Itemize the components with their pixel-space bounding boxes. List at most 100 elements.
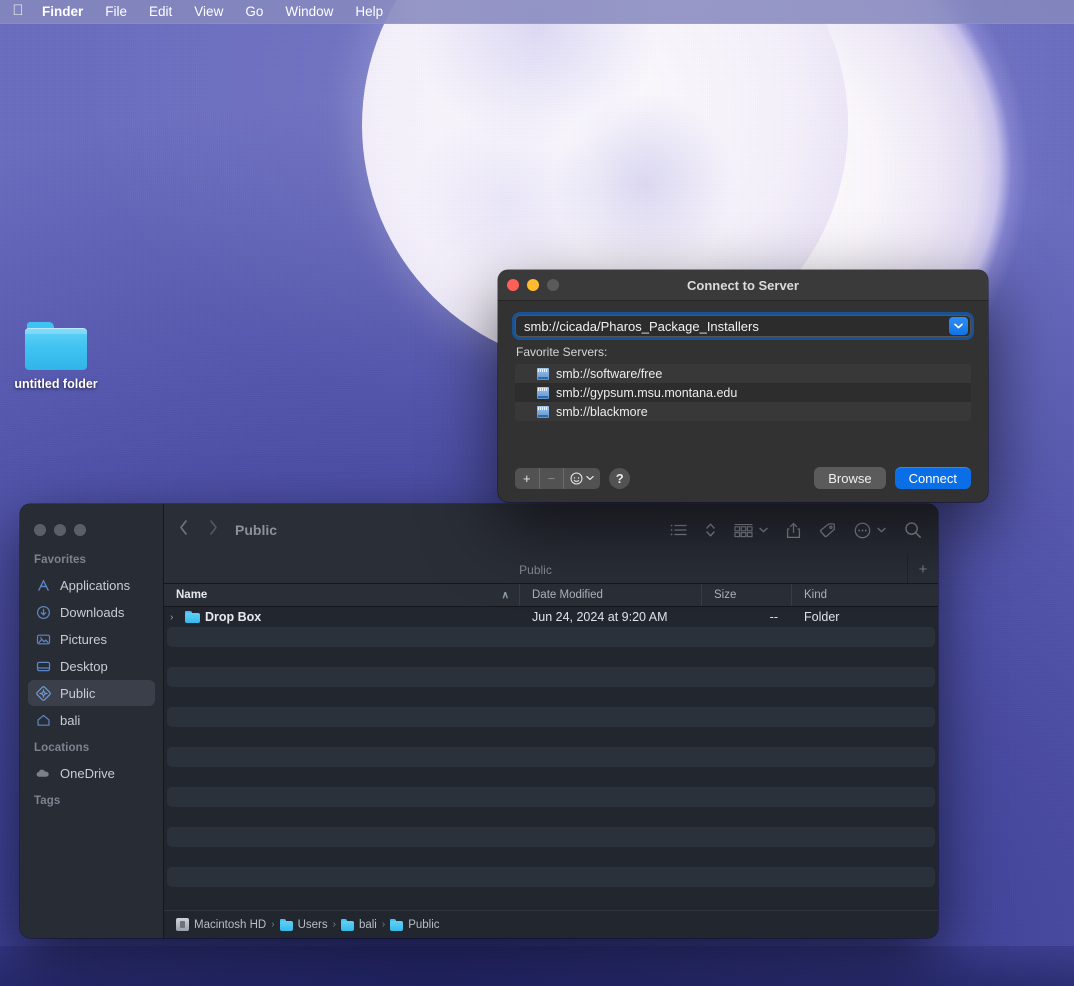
empty-row <box>167 867 935 887</box>
pictures-icon <box>34 630 52 648</box>
server-address-input[interactable]: smb://cicada/Pharos_Package_Installers <box>516 319 949 334</box>
menu-item-view[interactable]: View <box>183 0 234 24</box>
server-address-combobox[interactable]: smb://cicada/Pharos_Package_Installers <box>515 315 971 337</box>
group-by-icon[interactable] <box>725 523 777 538</box>
empty-row <box>167 667 935 687</box>
empty-row <box>164 767 938 787</box>
help-button[interactable]: ? <box>609 467 631 489</box>
file-list[interactable]: › Drop Box Jun 24, 2024 at 9:20 AM -- Fo… <box>164 607 938 910</box>
menu-bar:  Finder File Edit View Go Window Help <box>0 0 1074 24</box>
sidebar-item-label: OneDrive <box>60 765 115 781</box>
sidebar-item-label: Downloads <box>60 604 125 620</box>
more-actions-icon[interactable] <box>845 522 895 539</box>
finder-traffic-lights[interactable] <box>34 524 86 536</box>
connect-button[interactable]: Connect <box>894 467 971 489</box>
share-icon[interactable] <box>777 522 810 539</box>
empty-row <box>164 647 938 667</box>
cloud-icon <box>34 764 52 782</box>
remove-favorite-button: − <box>540 467 565 489</box>
minimize-button[interactable] <box>54 524 66 536</box>
column-header-name[interactable]: Name ∧ <box>164 584 520 606</box>
empty-row <box>164 847 938 867</box>
close-button[interactable] <box>34 524 46 536</box>
finder-toolbar: Public <box>164 504 938 556</box>
minimize-button[interactable] <box>527 279 539 291</box>
finder-tab-bar: Public + <box>164 556 938 584</box>
list-item[interactable]: smb://gypsum.msu.montana.edu <box>515 383 971 402</box>
dialog-traffic-lights[interactable] <box>507 279 559 291</box>
empty-row <box>164 887 938 907</box>
chevron-down-icon[interactable] <box>949 317 968 335</box>
browse-button[interactable]: Browse <box>814 467 886 489</box>
sort-ascending-icon: ∧ <box>501 590 509 601</box>
list-item[interactable]: smb://blackmore <box>515 402 971 421</box>
desktop-item-untitled-folder[interactable]: untitled folder <box>8 322 104 391</box>
apple-logo-icon[interactable]:  <box>0 3 36 20</box>
menu-item-file[interactable]: File <box>94 0 138 24</box>
page-title: Public <box>235 522 278 538</box>
finder-window[interactable]: Favorites Applications Downloads Picture… <box>20 504 938 938</box>
harddisk-icon <box>176 918 189 931</box>
menu-item-help[interactable]: Help <box>344 0 394 24</box>
favorite-servers-list[interactable]: smb://software/free smb://gypsum.msu.mon… <box>515 364 971 421</box>
empty-row <box>167 827 935 847</box>
dialog-title: Connect to Server <box>687 277 799 293</box>
zoom-button[interactable] <box>74 524 86 536</box>
disclosure-triangle-icon[interactable]: › <box>170 612 180 623</box>
desktop-icon <box>34 657 52 675</box>
sidebar-section-locations-title: Locations <box>34 742 90 754</box>
sidebar-item-bali[interactable]: bali <box>28 707 155 733</box>
row-name-label: Drop Box <box>205 610 262 624</box>
empty-row <box>164 687 938 707</box>
connect-to-server-dialog[interactable]: Connect to Server smb://cicada/Pharos_Pa… <box>498 270 988 502</box>
menu-item-go[interactable]: Go <box>234 0 274 24</box>
favorites-actions-button[interactable] <box>564 468 600 489</box>
path-item-public[interactable]: Public <box>390 918 440 931</box>
favorites-segmented-control[interactable]: + − <box>515 467 601 489</box>
menu-item-finder[interactable]: Finder <box>36 0 94 24</box>
path-item-users[interactable]: Users <box>279 918 328 931</box>
path-item-macintosh-hd[interactable]: Macintosh HD <box>176 918 266 931</box>
sidebar-section-favorites-title: Favorites <box>34 554 87 566</box>
sidebar-section-tags-title: Tags <box>34 795 61 807</box>
row-name-cell: › Drop Box <box>164 610 520 624</box>
empty-row <box>167 707 935 727</box>
server-icon <box>537 367 549 380</box>
column-header-size[interactable]: Size <box>702 584 792 606</box>
menu-item-edit[interactable]: Edit <box>138 0 183 24</box>
tag-icon[interactable] <box>810 522 845 538</box>
new-tab-button[interactable]: + <box>908 556 938 583</box>
path-item-bali[interactable]: bali <box>340 918 377 931</box>
favorite-servers-label: Favorite Servers: <box>516 345 608 359</box>
list-view-icon[interactable] <box>661 523 696 537</box>
sidebar-item-desktop[interactable]: Desktop <box>28 653 155 679</box>
add-favorite-button[interactable]: + <box>515 467 540 489</box>
server-url-label: smb://gypsum.msu.montana.edu <box>556 385 738 400</box>
search-icon[interactable] <box>895 521 924 539</box>
row-kind-cell: Folder <box>804 610 840 624</box>
close-button[interactable] <box>507 279 519 291</box>
column-header-date-modified[interactable]: Date Modified <box>520 584 702 606</box>
sidebar-item-downloads[interactable]: Downloads <box>28 599 155 625</box>
empty-row <box>167 787 935 807</box>
sort-updown-icon[interactable] <box>696 522 725 538</box>
chevron-down-icon <box>877 527 886 533</box>
sidebar-item-onedrive[interactable]: OneDrive <box>28 760 155 786</box>
path-bar: Macintosh HD › Users › bali › Public <box>164 910 938 938</box>
table-row[interactable]: › Drop Box Jun 24, 2024 at 9:20 AM -- Fo… <box>164 607 938 627</box>
sidebar-item-label: Pictures <box>60 631 107 647</box>
tab-public[interactable]: Public <box>164 556 908 583</box>
sidebar-item-public[interactable]: Public <box>28 680 155 706</box>
list-item[interactable]: smb://software/free <box>515 364 971 383</box>
menu-item-window[interactable]: Window <box>274 0 344 24</box>
column-header-kind[interactable]: Kind <box>792 584 938 606</box>
folder-icon <box>279 918 293 931</box>
folder-icon <box>390 918 404 931</box>
sidebar-item-applications[interactable]: Applications <box>28 572 155 598</box>
public-folder-icon <box>34 684 52 702</box>
sidebar-item-pictures[interactable]: Pictures <box>28 626 155 652</box>
forward-button[interactable] <box>198 519 228 541</box>
back-button[interactable] <box>168 519 198 541</box>
server-url-label: smb://software/free <box>556 366 663 381</box>
sidebar-item-label: Applications <box>60 577 131 593</box>
